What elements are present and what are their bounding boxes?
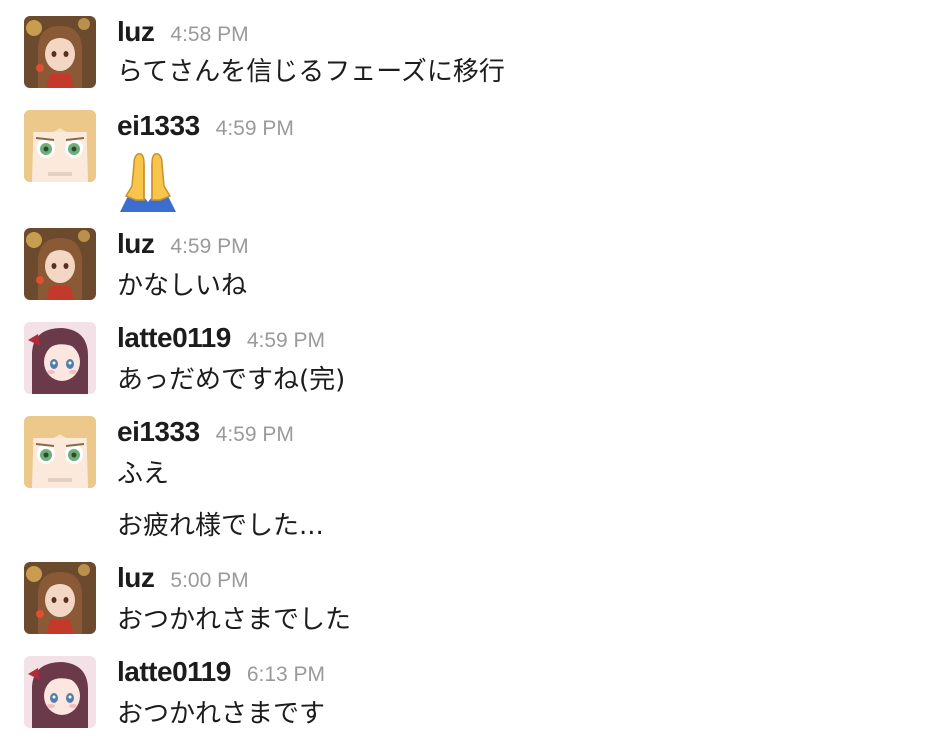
timestamp[interactable]: 6:13 PM bbox=[247, 663, 325, 687]
message-text: お疲れ様でした... bbox=[117, 511, 324, 541]
timestamp[interactable]: 4:59 PM bbox=[216, 117, 294, 141]
message-header: ei1333 4:59 PM bbox=[117, 416, 294, 456]
message-text: かなしいね bbox=[117, 271, 248, 301]
message-text: らてさんを信じるフェーズに移行 bbox=[117, 57, 505, 87]
message-header: luz 5:00 PM bbox=[117, 562, 249, 602]
message-text: おつかれさまです bbox=[117, 699, 326, 729]
message-header: luz 4:59 PM bbox=[117, 228, 249, 268]
luz-avatar[interactable] bbox=[24, 16, 96, 88]
timestamp[interactable]: 4:59 PM bbox=[247, 329, 325, 353]
ei1333-avatar[interactable] bbox=[24, 110, 96, 182]
message-text: あっだめですね(完) bbox=[117, 365, 346, 395]
username[interactable]: luz bbox=[117, 16, 155, 48]
folded-hands-emoji bbox=[114, 150, 182, 214]
timestamp[interactable]: 4:59 PM bbox=[216, 423, 294, 447]
timestamp[interactable]: 4:58 PM bbox=[170, 23, 248, 47]
latte0119-avatar[interactable] bbox=[24, 322, 96, 394]
message-text: ふえ bbox=[117, 459, 170, 489]
message-header: luz 4:58 PM bbox=[117, 16, 249, 56]
timestamp[interactable]: 5:00 PM bbox=[170, 569, 248, 593]
message-header: latte0119 4:59 PM bbox=[117, 322, 325, 362]
username[interactable]: luz bbox=[117, 228, 155, 260]
ei1333-avatar[interactable] bbox=[24, 416, 96, 488]
username[interactable]: ei1333 bbox=[117, 110, 200, 142]
username[interactable]: latte0119 bbox=[117, 322, 231, 354]
message-text: おつかれさまでした bbox=[117, 605, 352, 635]
luz-avatar[interactable] bbox=[24, 562, 96, 634]
luz-avatar[interactable] bbox=[24, 228, 96, 300]
message-header: ei1333 4:59 PM bbox=[117, 110, 294, 150]
username[interactable]: ei1333 bbox=[117, 416, 200, 448]
latte0119-avatar[interactable] bbox=[24, 656, 96, 728]
timestamp[interactable]: 4:59 PM bbox=[170, 235, 248, 259]
username[interactable]: luz bbox=[117, 562, 155, 594]
username[interactable]: latte0119 bbox=[117, 656, 231, 688]
message-header: latte0119 6:13 PM bbox=[117, 656, 325, 696]
